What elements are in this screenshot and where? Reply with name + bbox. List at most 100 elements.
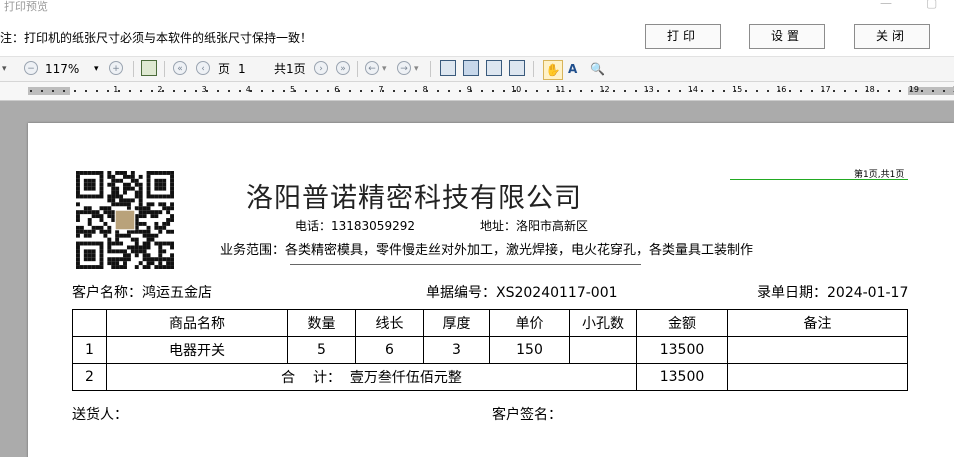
ruler-tick: [382, 90, 384, 92]
ruler-tick: [932, 90, 934, 92]
ruler-tick: [866, 90, 868, 92]
forward-icon[interactable]: →: [397, 61, 411, 75]
ruler-tick: [206, 90, 208, 92]
column-header: 厚度: [423, 309, 490, 337]
total-amount-words: 合 计： 壹万叁仟伍佰元整: [106, 363, 637, 391]
column-header: [72, 309, 107, 337]
table-cell: 150: [489, 336, 570, 364]
ruler-tick: [899, 90, 901, 92]
ruler-tick: [734, 90, 736, 92]
ruler-tick: [338, 90, 340, 92]
page-indicator-underline: [730, 179, 908, 180]
ruler-tick: [877, 90, 879, 92]
table-cell: 1: [72, 336, 107, 364]
print-button[interactable]: 打印: [645, 24, 721, 49]
thumbnail-toggle-icon[interactable]: [141, 60, 157, 76]
ruler-tick: [85, 90, 87, 92]
ruler-tick: [635, 90, 637, 92]
ruler-tick: [712, 90, 714, 92]
toolbar-separator: [357, 61, 358, 77]
page-number-input[interactable]: 1: [238, 60, 246, 78]
last-page-icon[interactable]: »: [336, 61, 350, 75]
paper-size-notice: 注：打印机的纸张尺寸必须与本软件的纸张尺寸保持一致！: [0, 31, 313, 45]
ruler-tick: [624, 90, 626, 92]
ruler-tick: [690, 90, 692, 92]
previous-page-icon[interactable]: ‹: [196, 61, 210, 75]
single-page-view-icon[interactable]: [440, 60, 456, 76]
toolbar-separator: [164, 61, 165, 77]
zoom-dropdown-icon[interactable]: ▾: [94, 60, 99, 78]
continuous-view-icon[interactable]: [463, 60, 479, 76]
window-title: 打印预览: [4, 0, 48, 13]
ruler-tick: [855, 90, 857, 92]
zoom-value[interactable]: 117%: [45, 60, 79, 78]
back-icon[interactable]: ←: [365, 61, 379, 75]
ruler-tick: [723, 90, 725, 92]
qr-code: [76, 171, 174, 269]
company-name: 洛阳普诺精密科技有限公司: [246, 183, 582, 214]
ruler-tick: [602, 90, 604, 92]
ruler-label: 10: [511, 85, 522, 94]
zoom-out-icon[interactable]: −: [24, 61, 38, 75]
ruler-tick: [767, 90, 769, 92]
ruler-tick: [811, 90, 813, 92]
ruler-tick: [195, 90, 197, 92]
ruler-tick: [525, 90, 527, 92]
ruler-tick: [349, 90, 351, 92]
toolbar-separator: [533, 61, 534, 77]
next-page-icon[interactable]: ›: [314, 61, 328, 75]
ruler-tick: [492, 90, 494, 92]
ruler-tick: [910, 90, 912, 92]
close-window-icon[interactable]: ▢: [926, 0, 937, 10]
hand-tool-icon[interactable]: ✋: [543, 60, 563, 80]
ruler-tick: [184, 90, 186, 92]
table-header-row: 商品名称 数量 线长 厚度 单价 小孔数 金额 备注: [72, 309, 908, 337]
back-dropdown-icon[interactable]: ▾: [382, 60, 387, 78]
first-page-icon[interactable]: «: [173, 61, 187, 75]
table-cell: 2: [72, 363, 107, 391]
ruler-tick: [558, 90, 560, 92]
multi-page-view-icon[interactable]: [509, 60, 525, 76]
table-cell: 5: [287, 336, 356, 364]
ruler-tick: [239, 90, 241, 92]
ruler-tick: [778, 90, 780, 92]
text-select-icon[interactable]: A: [568, 60, 577, 78]
ruler-tick: [107, 90, 109, 92]
ruler-tick: [294, 90, 296, 92]
ruler-tick: [448, 90, 450, 92]
ruler-tick: [217, 90, 219, 92]
preview-toolbar: ▾ − 117% ▾ + « ‹ 页 1 共1页 › » ← ▾ → ▾ ✋ A…: [0, 56, 954, 82]
settings-button[interactable]: 设置: [749, 24, 825, 49]
ruler-tick: [459, 90, 461, 92]
ruler-tick: [745, 90, 747, 92]
table-cell: 13500: [636, 336, 728, 364]
ruler-tick: [41, 90, 43, 92]
find-icon[interactable]: 🔍: [590, 60, 605, 78]
zoom-in-icon[interactable]: +: [109, 61, 123, 75]
ruler-tick: [360, 90, 362, 92]
ruler-tick: [437, 90, 439, 92]
table-cell: 6: [355, 336, 424, 364]
ruler-tick: [228, 90, 230, 92]
ruler-tick: [52, 90, 54, 92]
ruler-tick: [646, 90, 648, 92]
two-page-view-icon[interactable]: [486, 60, 502, 76]
preview-canvas[interactable]: 第1页,共1页 洛阳普诺精密科技有限公司 电话：13183059292 地址：洛…: [0, 101, 954, 457]
ruler-tick: [151, 90, 153, 92]
close-button[interactable]: 关闭: [854, 24, 930, 49]
entry-date: 录单日期：2024-01-17: [757, 285, 909, 301]
minimize-icon[interactable]: —: [880, 0, 892, 10]
title-bar: 打印预览 — ▢: [0, 0, 954, 18]
ruler-tick: [569, 90, 571, 92]
forward-dropdown-icon[interactable]: ▾: [414, 60, 419, 78]
ruler-tick: [140, 90, 142, 92]
header-divider: [290, 264, 641, 265]
page-total: 共1页: [274, 62, 306, 76]
total-row: 2 合 计： 壹万叁仟伍佰元整 13500: [72, 363, 908, 391]
company-phone: 电话：13183059292: [295, 219, 415, 233]
dropdown-arrow-icon[interactable]: ▾: [2, 60, 7, 78]
ruler-tick: [173, 90, 175, 92]
ruler-tick: [591, 90, 593, 92]
customer-signature-label: 客户签名：: [492, 407, 562, 423]
toolbar-separator: [430, 61, 431, 77]
